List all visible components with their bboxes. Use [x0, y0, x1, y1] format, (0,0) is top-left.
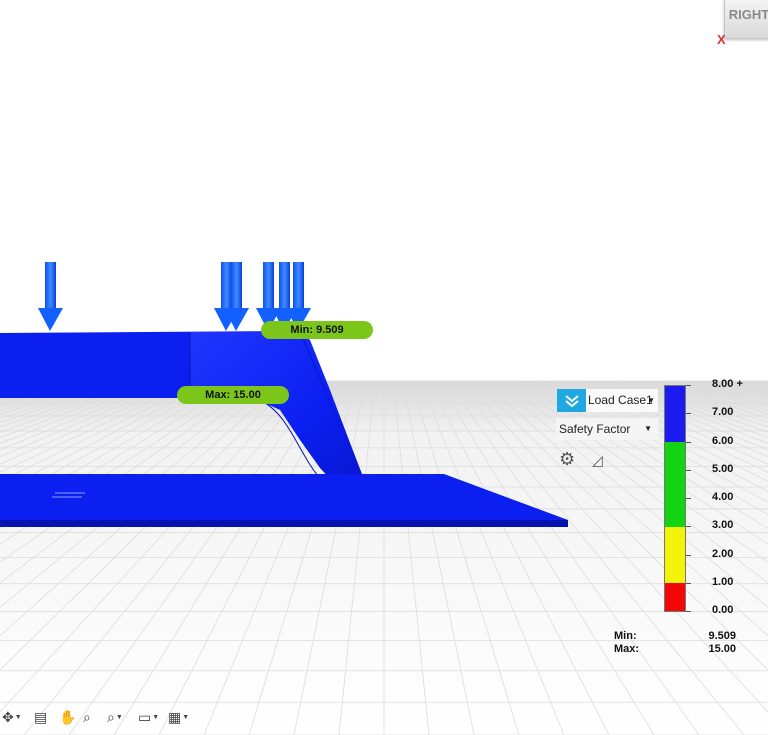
chevron-down-icon: ▼	[644, 424, 652, 433]
fit-zoom-icon[interactable]: ⌕▼	[107, 708, 123, 726]
orbit-icon[interactable]: ✥▼	[2, 708, 22, 726]
legend-tick-label: 7.00	[712, 406, 734, 419]
load-arrow	[38, 262, 63, 331]
legend-band	[665, 582, 685, 611]
legend-band	[665, 442, 685, 527]
legend-tick-mark	[686, 441, 691, 443]
legend-tick-mark	[686, 611, 691, 612]
color-legend	[664, 385, 686, 612]
max-value: 15.00	[708, 643, 736, 655]
chevron-down-icon: ▼	[647, 396, 655, 405]
legend-tick-label: 3.00	[712, 519, 734, 532]
min-value: 9.509	[708, 630, 736, 642]
legend-tick-mark	[686, 385, 691, 386]
navigation-toolbar: ✥▼ ▤ ✋ ⌕ ⌕▼ ▭▼ ▦▼	[0, 704, 200, 730]
legend-tick-label: 6.00	[712, 434, 734, 447]
pan-icon[interactable]: ✋	[59, 708, 76, 726]
zoom-icon[interactable]: ⌕	[83, 708, 91, 726]
legend-band	[665, 386, 685, 443]
legend-band	[665, 526, 685, 583]
load-case-dropdown[interactable]: Load Case1 ▼	[586, 389, 658, 412]
legend-tick-mark	[686, 469, 691, 471]
3d-viewport[interactable]	[0, 0, 768, 735]
min-marker[interactable]: Min: 9.509	[261, 321, 373, 339]
result-type-label: Safety Factor	[559, 422, 631, 436]
legend-tick-mark	[686, 498, 691, 499]
double-chevron-down-icon[interactable]	[557, 389, 586, 412]
look-at-icon[interactable]: ▤	[34, 708, 47, 726]
display-settings-icon[interactable]: ▭▼	[138, 708, 159, 726]
triangle-icon[interactable]: ◿	[592, 450, 603, 470]
viewcube[interactable]: RIGHT	[724, 0, 768, 39]
legend-tick-mark	[686, 582, 691, 584]
gear-icon[interactable]: ⚙	[559, 449, 575, 469]
legend-tick-label: 4.00	[712, 491, 734, 503]
grid-settings-icon[interactable]: ▦▼	[168, 708, 189, 726]
legend-tick-mark	[686, 554, 691, 556]
legend-tick-label: 1.00	[712, 575, 734, 588]
max-label: Max:	[614, 643, 640, 655]
legend-tick-label: 8.00 +	[712, 378, 743, 390]
viewcube-axis-label: X	[717, 32, 726, 47]
load-case-label: Load Case1	[588, 393, 653, 407]
legend-tick-mark	[686, 526, 691, 528]
min-label: Min:	[614, 630, 637, 642]
legend-tick-label: 0.00	[712, 604, 734, 616]
legend-tick-label: 5.00	[712, 462, 734, 475]
max-marker[interactable]: Max: 15.00	[177, 386, 289, 404]
viewcube-face-label: RIGHT	[728, 7, 768, 22]
legend-tick-label: 2.00	[712, 547, 734, 560]
legend-tick-mark	[686, 413, 691, 415]
result-type-dropdown[interactable]: Safety Factor ▼	[556, 418, 658, 440]
